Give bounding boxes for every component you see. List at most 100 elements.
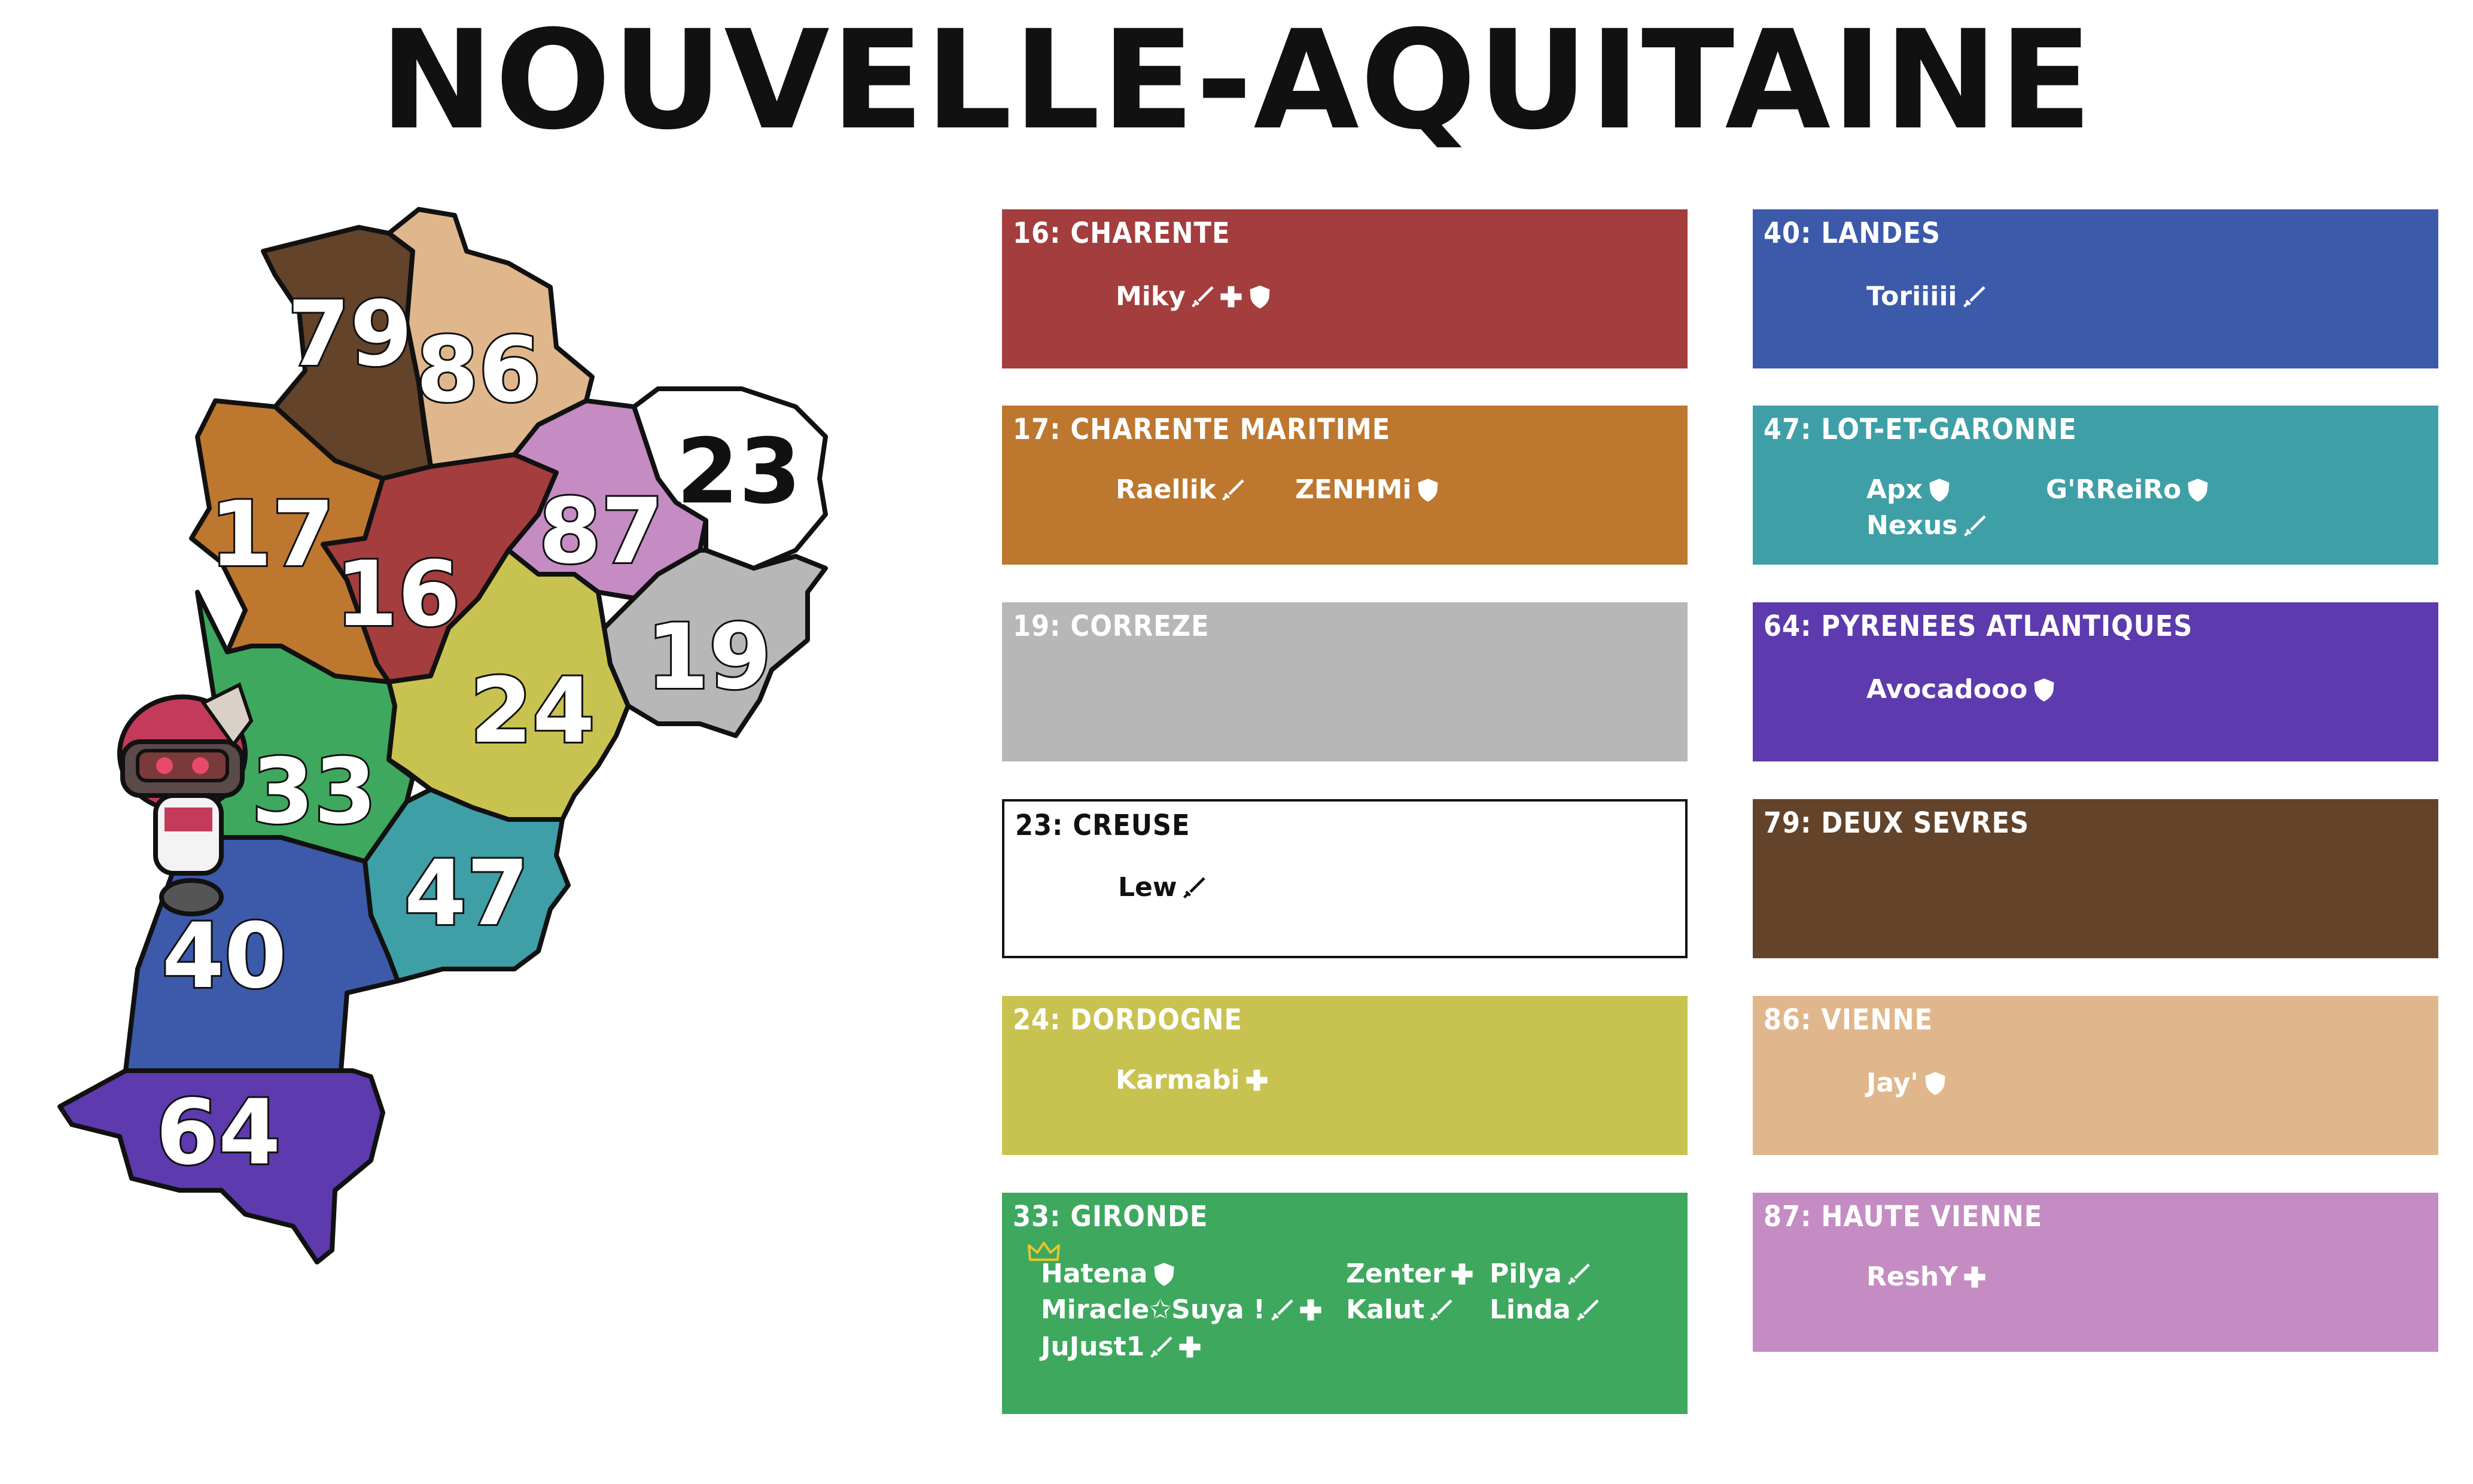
member-roles xyxy=(1244,1067,1270,1093)
department-panel: 79: DEUX SEVRES xyxy=(1753,799,2438,958)
department-panel: 47: LOT-ET-GARONNE Apx G'RReiRo Nexus xyxy=(1753,406,2438,565)
member-entry: ReshY xyxy=(1866,1261,1988,1292)
member-entry: G'RReiRo xyxy=(2046,474,2211,505)
member-roles xyxy=(1181,874,1207,901)
plus-icon xyxy=(1300,1299,1321,1321)
member-roles xyxy=(1189,284,1273,310)
member-entry: Avocadooo xyxy=(1866,674,2057,705)
member-name: Avocadooo xyxy=(1866,674,2028,705)
member-entry: Zenter xyxy=(1346,1258,1475,1289)
department-panel: 23: CREUSE Lew xyxy=(1002,799,1688,958)
department-panel: 87: HAUTE VIENNE ReshY xyxy=(1753,1193,2438,1352)
department-map: 79 86 17 16 87 23 19 24 33 47 40 64 xyxy=(57,207,828,1264)
member-name: Karmabi xyxy=(1116,1065,1240,1095)
department-title: 24: DORDOGNE xyxy=(1013,1003,1242,1037)
member-name: Linda xyxy=(1490,1294,1571,1325)
member-roles xyxy=(1566,1261,1592,1287)
member-roles xyxy=(1148,1334,1203,1360)
member-name: Nexus xyxy=(1866,510,1958,541)
member-entry: Toriiiii xyxy=(1866,281,1987,312)
department-title: 23: CREUSE xyxy=(1015,809,1190,842)
member-name: ReshY xyxy=(1866,1261,1959,1292)
region-label-86: 86 xyxy=(416,318,541,422)
sword-icon xyxy=(1222,479,1244,501)
department-panel: 86: VIENNE Jay' xyxy=(1753,996,2438,1155)
department-panel: 33: GIRONDE Hatena Miracle✩Suya ! JuJust1 Ze… xyxy=(1002,1193,1688,1414)
shield-icon xyxy=(1929,478,1950,502)
plus-icon xyxy=(1451,1263,1473,1285)
shield-icon xyxy=(1418,478,1438,502)
region-label-40: 40 xyxy=(162,904,287,1008)
region-label-16: 16 xyxy=(336,543,461,647)
member-name: ZENHMi xyxy=(1295,474,1412,505)
region-label-24: 24 xyxy=(470,659,595,763)
region-label-23: 23 xyxy=(677,420,802,524)
member-entry: Jay' xyxy=(1866,1068,1948,1098)
department-panel: 64: PYRENEES ATLANTIQUES Avocadooo xyxy=(1753,602,2438,761)
department-panel: 40: LANDES Toriiiii xyxy=(1753,209,2438,368)
plus-icon xyxy=(1964,1266,1985,1288)
sword-icon xyxy=(1271,1299,1293,1321)
sword-icon xyxy=(1430,1299,1452,1321)
member-name: Toriiiii xyxy=(1866,281,1957,312)
department-panel: 16: CHARENTE Miky xyxy=(1002,209,1688,368)
member-entry: Raellik xyxy=(1116,474,1246,505)
region-label-17: 17 xyxy=(210,483,335,587)
member-roles xyxy=(1449,1261,1475,1287)
department-title: 87: HAUTE VIENNE xyxy=(1764,1200,2043,1233)
member-roles xyxy=(1428,1297,1454,1323)
member-roles xyxy=(1922,1070,1948,1096)
plus-icon xyxy=(1220,285,1242,307)
member-entry: Lew xyxy=(1118,872,1207,903)
member-entry: JuJust1 xyxy=(1041,1331,1203,1362)
member-roles xyxy=(1962,513,1988,539)
member-roles xyxy=(2031,677,2057,703)
member-name: JuJust1 xyxy=(1041,1331,1145,1362)
member-name: Miracle✩Suya ! xyxy=(1041,1294,1265,1325)
member-name: G'RReiRo xyxy=(2046,474,2182,505)
member-name: Apx xyxy=(1866,474,1923,505)
sword-icon xyxy=(1963,285,1985,307)
member-entry: Miracle✩Suya ! xyxy=(1041,1294,1324,1325)
member-entry: Karmabi xyxy=(1116,1065,1270,1095)
sword-icon xyxy=(1576,1299,1599,1321)
sword-icon xyxy=(1963,514,1986,537)
member-name: Miky xyxy=(1116,281,1186,312)
member-entry: Apx xyxy=(1866,474,1953,505)
department-title: 47: LOT-ET-GARONNE xyxy=(1764,413,2077,446)
sword-icon xyxy=(1191,285,1214,307)
member-entry: Pilya xyxy=(1490,1258,1592,1289)
department-title: 17: CHARENTE MARITIME xyxy=(1013,413,1391,446)
member-name: Kalut xyxy=(1346,1294,1425,1325)
shield-icon xyxy=(1925,1071,1945,1095)
member-name: Lew xyxy=(1118,872,1177,903)
department-title: 33: GIRONDE xyxy=(1013,1200,1208,1233)
department-panel: 17: CHARENTE MARITIME Raellik ZENHMi xyxy=(1002,406,1688,565)
member-roles xyxy=(1961,284,1987,310)
department-title: 19: CORREZE xyxy=(1013,610,1210,643)
member-entry: ZENHMi xyxy=(1295,474,1441,505)
department-title: 16: CHARENTE xyxy=(1013,217,1231,250)
member-name: Raellik xyxy=(1116,474,1216,505)
shield-icon xyxy=(2034,678,2054,702)
region-label-79: 79 xyxy=(288,282,413,386)
region-label-87: 87 xyxy=(539,480,664,584)
member-roles xyxy=(1962,1264,1988,1290)
region-label-19: 19 xyxy=(647,605,772,709)
member-entry: Kalut xyxy=(1346,1294,1454,1325)
plus-icon xyxy=(1246,1069,1268,1091)
member-entry: Hatena xyxy=(1041,1258,1177,1289)
member-roles xyxy=(1574,1297,1601,1323)
sword-icon xyxy=(1567,1263,1590,1285)
member-name: Jay' xyxy=(1866,1068,1918,1098)
sword-icon xyxy=(1150,1336,1172,1358)
member-roles xyxy=(1926,477,1953,503)
shield-icon xyxy=(1250,285,1270,309)
member-entry: Nexus xyxy=(1866,510,1988,541)
member-entry: Linda xyxy=(1490,1294,1601,1325)
member-roles xyxy=(1151,1261,1177,1287)
sword-icon xyxy=(1183,876,1205,898)
member-roles xyxy=(1269,1297,1324,1323)
member-name: Hatena xyxy=(1041,1258,1148,1289)
plus-icon xyxy=(1179,1336,1201,1358)
